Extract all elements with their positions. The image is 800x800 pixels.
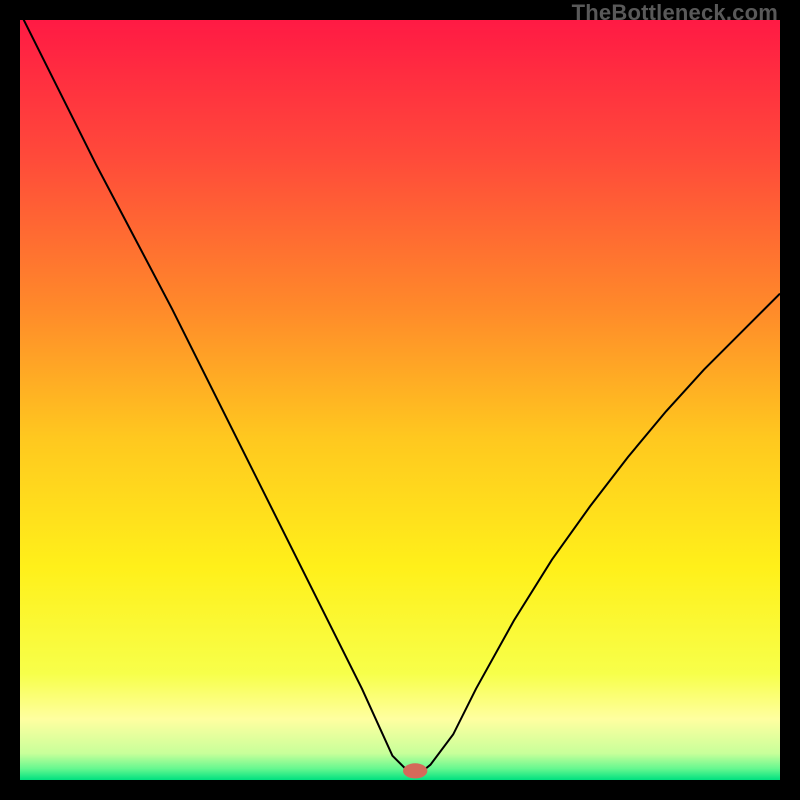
chart-frame: TheBottleneck.com — [0, 0, 800, 800]
bottleneck-plot — [20, 20, 780, 780]
gradient-background — [20, 20, 780, 780]
optimal-point-marker — [403, 763, 427, 778]
